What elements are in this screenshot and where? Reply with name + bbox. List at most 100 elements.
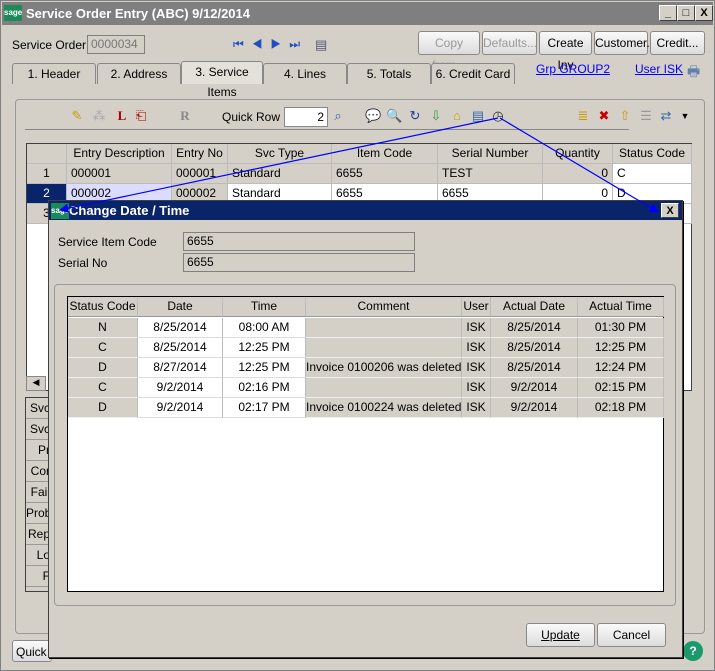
history-cell[interactable]: 8/27/2014 bbox=[138, 358, 223, 378]
column-header[interactable]: Actual Date bbox=[491, 297, 578, 317]
customize-icon[interactable]: ⇄ bbox=[658, 108, 674, 124]
download-icon[interactable]: ⇩ bbox=[428, 108, 444, 124]
side-tab[interactable]: Prob bbox=[26, 503, 50, 524]
help-icon[interactable]: ? bbox=[683, 641, 703, 661]
comment-icon[interactable]: 💬 bbox=[365, 108, 381, 124]
row-number[interactable]: 1 bbox=[27, 164, 67, 184]
row-header-corner[interactable] bbox=[27, 144, 67, 164]
dialog-close-button[interactable]: X bbox=[661, 203, 679, 218]
l-icon[interactable]: L bbox=[114, 108, 130, 124]
service-item-code-field: 6655 bbox=[183, 232, 415, 251]
side-tab[interactable]: Svc bbox=[26, 398, 50, 419]
customer-button[interactable]: Customer... bbox=[594, 31, 656, 55]
tab-service-items[interactable]: 3. Service Items bbox=[181, 61, 263, 99]
history-cell[interactable]: 8/25/2014 bbox=[138, 318, 223, 338]
grid-cell[interactable]: 0 bbox=[543, 164, 613, 184]
column-header[interactable]: Svc Type bbox=[228, 144, 332, 164]
update-button[interactable]: Update bbox=[526, 623, 595, 647]
toolbar-divider bbox=[25, 129, 629, 130]
column-header[interactable]: Time bbox=[223, 297, 306, 317]
delete-row-icon[interactable]: ✖ bbox=[596, 108, 612, 124]
memo-icon[interactable]: ▤ bbox=[315, 37, 327, 53]
home-icon[interactable]: ⌂ bbox=[449, 108, 465, 124]
refresh-icon[interactable]: ↻ bbox=[407, 108, 423, 124]
r-icon[interactable]: R bbox=[177, 108, 193, 124]
tab-credit-card[interactable]: 6. Credit Card bbox=[431, 63, 515, 84]
column-header[interactable]: Serial Number bbox=[438, 144, 543, 164]
column-header[interactable]: Item Code bbox=[332, 144, 438, 164]
history-cell[interactable]: 02:17 PM bbox=[223, 398, 306, 418]
tab-header[interactable]: 1. Header bbox=[12, 63, 96, 84]
credit-button[interactable]: Credit... bbox=[650, 31, 705, 55]
scroll-left-button[interactable]: ◀ bbox=[26, 376, 46, 391]
side-tab[interactable]: Fail bbox=[26, 482, 50, 503]
insert-row-icon[interactable]: ≣ bbox=[575, 108, 591, 124]
history-cell[interactable]: 9/2/2014 bbox=[138, 398, 223, 418]
history-cell[interactable]: 12:25 PM bbox=[223, 338, 306, 358]
history-cell: 8/25/2014 bbox=[491, 318, 578, 338]
grid-cell[interactable]: Standard bbox=[228, 164, 332, 184]
quick-row-input[interactable]: 2 bbox=[284, 107, 328, 127]
side-tab[interactable]: Lo bbox=[26, 545, 50, 566]
column-header[interactable]: Status Code bbox=[68, 297, 138, 317]
tab-lines[interactable]: 4. Lines bbox=[263, 63, 347, 84]
close-button[interactable]: X bbox=[695, 5, 713, 21]
side-tab[interactable]: F bbox=[26, 566, 50, 587]
group-link[interactable]: Grp GROUP2 bbox=[536, 62, 610, 76]
title-bar: Service Order Entry (ABC) 9/12/2014 bbox=[2, 2, 713, 25]
document-icon[interactable]: ▤ bbox=[470, 108, 486, 124]
history-cell: 01:30 PM bbox=[578, 318, 664, 338]
search-icon[interactable]: 🔍 bbox=[386, 108, 402, 124]
column-header[interactable]: Entry No bbox=[172, 144, 228, 164]
defaults-button[interactable]: Defaults... bbox=[482, 31, 537, 55]
side-tab[interactable]: Pr bbox=[26, 440, 50, 461]
history-cell[interactable]: 08:00 AM bbox=[223, 318, 306, 338]
history-cell[interactable]: 02:16 PM bbox=[223, 378, 306, 398]
service-order-input[interactable]: 0000034 bbox=[87, 35, 145, 54]
clock-icon[interactable]: ◷ bbox=[490, 108, 506, 124]
grid-cell[interactable]: 000001 bbox=[67, 164, 172, 184]
history-cell[interactable]: 12:25 PM bbox=[223, 358, 306, 378]
record-navigation-icons[interactable]: ⏮◀▶⏭ bbox=[233, 37, 308, 52]
history-cell: 8/25/2014 bbox=[491, 358, 578, 378]
side-tab[interactable]: Svc bbox=[26, 419, 50, 440]
flashlight-icon[interactable]: ✎ bbox=[69, 108, 85, 124]
minimize-button[interactable]: _ bbox=[659, 5, 677, 21]
history-cell[interactable]: 8/25/2014 bbox=[138, 338, 223, 358]
history-cell[interactable]: 9/2/2014 bbox=[138, 378, 223, 398]
cancel-button[interactable]: Cancel bbox=[597, 623, 666, 647]
clipboard-icon[interactable]: ⎗ bbox=[133, 108, 149, 124]
column-header[interactable]: Comment bbox=[306, 297, 462, 317]
printer-icon[interactable]: 🖶 bbox=[687, 61, 700, 85]
change-date-time-dialog: Change Date / Time sage X Service Item C… bbox=[48, 200, 683, 658]
lookup-icon[interactable]: ⁂ bbox=[91, 108, 107, 124]
user-link[interactable]: User ISK bbox=[635, 62, 683, 76]
quick-row-search-icon[interactable]: ⌕ bbox=[330, 108, 346, 124]
column-header[interactable]: Actual Time bbox=[578, 297, 664, 317]
column-header[interactable]: User bbox=[462, 297, 491, 317]
quick-button[interactable]: Quick bbox=[12, 640, 52, 662]
history-cell bbox=[306, 318, 462, 338]
dropdown-arrow-icon[interactable]: ▼ bbox=[677, 108, 693, 124]
grid-cell[interactable]: TEST bbox=[438, 164, 543, 184]
column-header[interactable]: Status Code bbox=[613, 144, 692, 164]
sage-logo: sage bbox=[4, 5, 22, 21]
side-tab[interactable]: Cor bbox=[26, 461, 50, 482]
tab-address[interactable]: 2. Address bbox=[97, 63, 181, 84]
list-icon[interactable]: ☰ bbox=[638, 108, 654, 124]
history-cell: ISK bbox=[462, 398, 491, 418]
move-up-icon[interactable]: ⇧ bbox=[617, 108, 633, 124]
history-cell: 02:15 PM bbox=[578, 378, 664, 398]
tab-totals[interactable]: 5. Totals bbox=[347, 63, 431, 84]
grid-cell[interactable]: 6655 bbox=[332, 164, 438, 184]
column-header[interactable]: Date bbox=[138, 297, 223, 317]
side-tab[interactable]: Rep bbox=[26, 524, 50, 545]
dialog-title-bar: Change Date / Time bbox=[49, 201, 682, 220]
grid-cell[interactable]: C bbox=[613, 164, 692, 184]
copy-from-button[interactable]: Copy from... bbox=[418, 31, 480, 72]
maximize-button[interactable]: □ bbox=[677, 5, 695, 21]
grid-cell[interactable]: 000001 bbox=[172, 164, 228, 184]
column-header[interactable]: Quantity bbox=[543, 144, 613, 164]
create-inv-button[interactable]: Create Inv bbox=[539, 31, 592, 72]
column-header[interactable]: Entry Description bbox=[67, 144, 172, 164]
